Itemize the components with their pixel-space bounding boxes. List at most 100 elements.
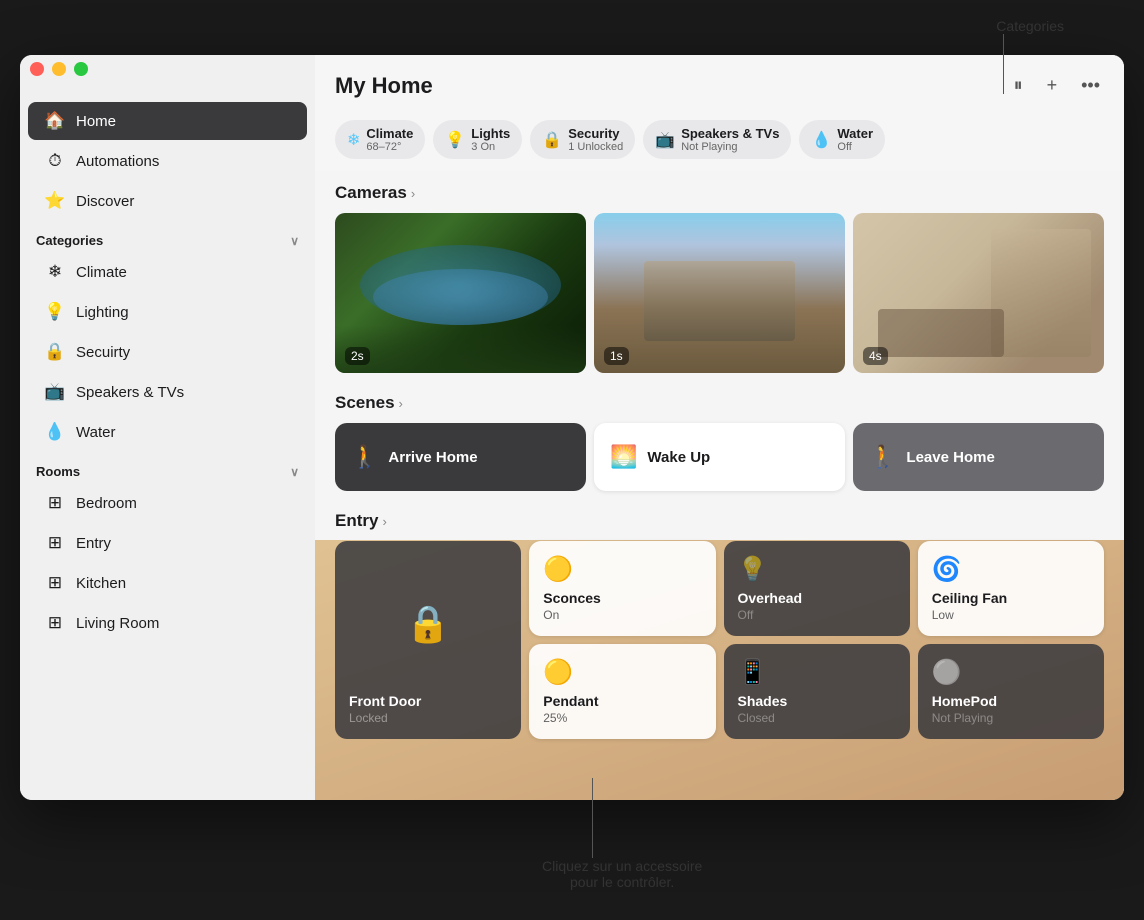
scenes-row: 🚶 Arrive Home 🌅 Wake Up 🚶 Leave Home <box>335 423 1104 491</box>
wakeup-icon: 🌅 <box>610 444 637 470</box>
sidebar: 🏠 Home ⏱ Automations ⭐ Discover Categori… <box>20 55 315 800</box>
climate-icon: ❄ <box>44 261 66 283</box>
camera-bg-driveway <box>594 213 845 373</box>
accessory-front-door[interactable]: 🔒 Front Door Locked <box>335 541 521 739</box>
sidebar-label-automations: Automations <box>76 153 159 170</box>
scenes-section: Scenes › 🚶 Arrive Home 🌅 Wake Up 🚶 Leave… <box>315 381 1124 499</box>
camera-strip: 2s 1s 4s <box>335 213 1104 373</box>
accessory-ceiling-fan[interactable]: 🌀 Ceiling Fan Low <box>918 541 1104 636</box>
accessory-shades[interactable]: 📱 Shades Closed <box>724 644 910 739</box>
lighting-icon: 💡 <box>44 301 66 323</box>
sidebar-label-living: Living Room <box>76 615 159 632</box>
accessory-pendant[interactable]: 🟡 Pendant 25% <box>529 644 715 739</box>
sidebar-item-climate[interactable]: ❄ Climate <box>28 253 307 291</box>
scene-arrive-home[interactable]: 🚶 Arrive Home <box>335 423 586 491</box>
header-actions: ⏸ + ••• <box>1010 71 1104 100</box>
pill-lights[interactable]: 💡 Lights 3 On <box>433 120 522 159</box>
homepod-icon: ⚪ <box>932 658 1090 687</box>
front-door-info: Front Door Locked <box>349 693 507 725</box>
entry-title: Entry <box>335 511 378 531</box>
water-pill-text: Water Off <box>837 126 873 153</box>
rooms-chevron: ∨ <box>290 465 299 479</box>
pill-security[interactable]: 🔒 Security 1 Unlocked <box>530 120 635 159</box>
sidebar-item-living[interactable]: ⊞ Living Room <box>28 604 307 642</box>
camera-card-interior[interactable]: 4s <box>853 213 1104 373</box>
cameras-section-header[interactable]: Cameras › <box>335 183 1104 203</box>
climate-pill-text: Climate 68–72° <box>366 126 413 153</box>
sidebar-label-speakers: Speakers & TVs <box>76 384 184 401</box>
living-icon: ⊞ <box>44 612 66 634</box>
categories-chevron: ∨ <box>290 234 299 248</box>
sidebar-item-security[interactable]: 🔒 Secuirty <box>28 333 307 371</box>
main-content: My Home ⏸ + ••• ❄ Climate 68–72° 💡 Light… <box>315 55 1124 800</box>
pill-speakers[interactable]: 📺 Speakers & TVs Not Playing <box>643 120 791 159</box>
lights-pill-text: Lights 3 On <box>471 126 510 153</box>
fullscreen-button[interactable] <box>74 62 88 76</box>
tv-icon: 📺 <box>44 381 66 403</box>
arrive-label: Arrive Home <box>388 449 477 466</box>
annotation-categories: Categories <box>996 18 1064 34</box>
camera-card-pool[interactable]: 2s <box>335 213 586 373</box>
leave-icon: 🚶 <box>869 444 896 470</box>
lock-icon: 🔒 <box>44 341 66 363</box>
waveform-button[interactable]: ⏸ <box>1010 71 1027 100</box>
annotation-bottom: Cliquez sur un accessoirepour le contrôl… <box>542 858 702 890</box>
scene-wake-up[interactable]: 🌅 Wake Up <box>594 423 845 491</box>
sidebar-item-automations[interactable]: ⏱ Automations <box>28 142 307 180</box>
sidebar-item-speakers[interactable]: 📺 Speakers & TVs <box>28 373 307 411</box>
security-pill-text: Security 1 Unlocked <box>568 126 623 153</box>
entry-icon: ⊞ <box>44 532 66 554</box>
page-title: My Home <box>335 73 433 99</box>
entry-section-header[interactable]: Entry › <box>335 511 1104 531</box>
sidebar-item-lighting[interactable]: 💡 Lighting <box>28 293 307 331</box>
sidebar-label-water: Water <box>76 424 115 441</box>
entry-grid: 🔒 Front Door Locked 🟡 Sconces On 💡 <box>335 541 1104 739</box>
entry-section: Entry › 🔒 Front Door Locked 🟡 <box>315 499 1124 751</box>
sidebar-item-discover[interactable]: ⭐ Discover <box>28 182 307 220</box>
camera-bg-interior <box>853 213 1104 373</box>
speakers-pill-icon: 📺 <box>655 130 675 150</box>
sidebar-item-bedroom[interactable]: ⊞ Bedroom <box>28 484 307 522</box>
more-button[interactable]: ••• <box>1077 71 1104 100</box>
categories-section-header[interactable]: Categories ∨ <box>20 221 315 252</box>
sconces-icon: 🟡 <box>543 555 701 584</box>
rooms-section-header[interactable]: Rooms ∨ <box>20 452 315 483</box>
sidebar-item-entry[interactable]: ⊞ Entry <box>28 524 307 562</box>
lights-pill-icon: 💡 <box>445 130 465 150</box>
discover-icon: ⭐ <box>44 190 66 212</box>
accessory-homepod[interactable]: ⚪ HomePod Not Playing <box>918 644 1104 739</box>
minimize-button[interactable] <box>52 62 66 76</box>
scenes-chevron: › <box>399 396 403 411</box>
sidebar-label-kitchen: Kitchen <box>76 575 126 592</box>
close-button[interactable] <box>30 62 44 76</box>
bedroom-icon: ⊞ <box>44 492 66 514</box>
sidebar-label-discover: Discover <box>76 193 134 210</box>
pill-water[interactable]: 💧 Water Off <box>799 120 885 159</box>
sidebar-item-home[interactable]: 🏠 Home <box>28 102 307 140</box>
kitchen-icon: ⊞ <box>44 572 66 594</box>
status-pills: ❄ Climate 68–72° 💡 Lights 3 On 🔒 Securit… <box>315 116 1124 171</box>
overhead-icon: 💡 <box>738 555 896 584</box>
categories-label: Categories <box>36 233 103 248</box>
add-button[interactable]: + <box>1043 71 1062 100</box>
sidebar-item-water[interactable]: 💧 Water <box>28 413 307 451</box>
scenes-section-header[interactable]: Scenes › <box>335 393 1104 413</box>
pill-climate[interactable]: ❄ Climate 68–72° <box>335 120 425 159</box>
accessory-overhead[interactable]: 💡 Overhead Off <box>724 541 910 636</box>
camera-card-driveway[interactable]: 1s <box>594 213 845 373</box>
accessory-sconces[interactable]: 🟡 Sconces On <box>529 541 715 636</box>
water-pill-icon: 💧 <box>811 130 831 150</box>
cameras-title: Cameras <box>335 183 407 203</box>
sidebar-label-home: Home <box>76 113 116 130</box>
sidebar-item-kitchen[interactable]: ⊞ Kitchen <box>28 564 307 602</box>
arrive-icon: 🚶 <box>351 444 378 470</box>
sidebar-label-entry: Entry <box>76 535 111 552</box>
camera-badge-3: 4s <box>863 347 888 365</box>
home-icon: 🏠 <box>44 110 66 132</box>
scene-leave-home[interactable]: 🚶 Leave Home <box>853 423 1104 491</box>
leave-label: Leave Home <box>906 449 994 466</box>
traffic-lights <box>30 62 88 76</box>
sidebar-label-climate: Climate <box>76 264 127 281</box>
app-window: 🏠 Home ⏱ Automations ⭐ Discover Categori… <box>20 55 1124 800</box>
ceiling-fan-icon: 🌀 <box>932 555 1090 584</box>
